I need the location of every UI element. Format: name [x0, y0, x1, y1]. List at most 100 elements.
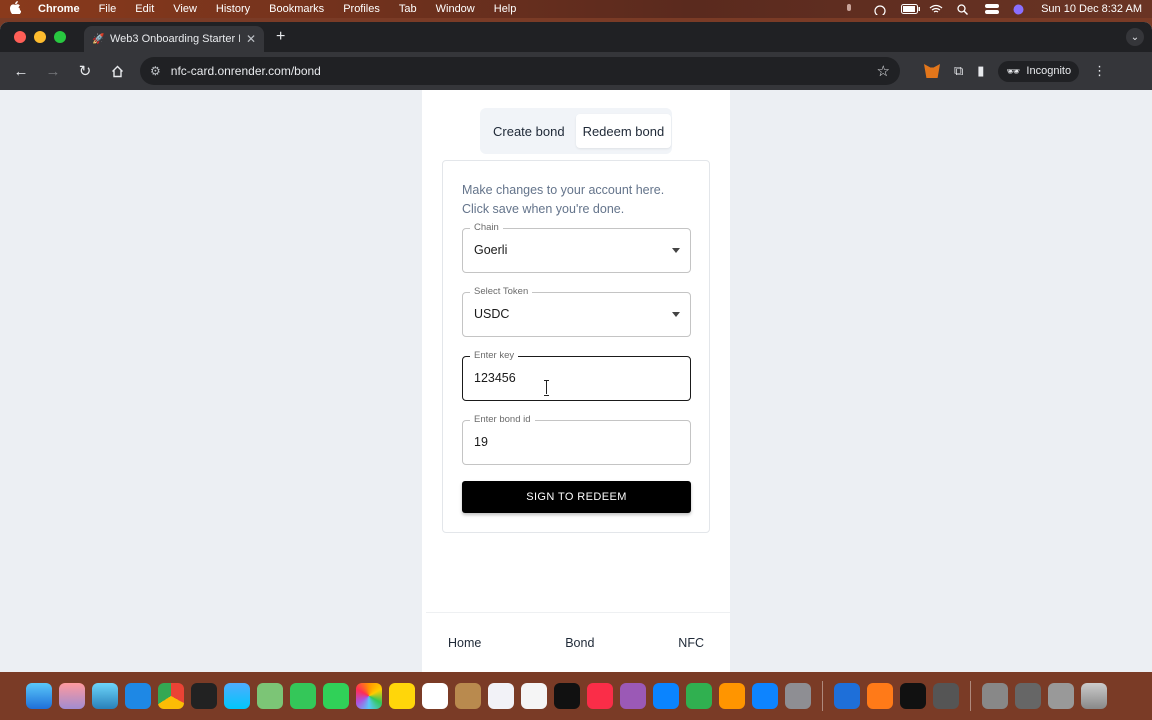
window-controls — [14, 31, 66, 43]
metamask-fox-icon[interactable] — [924, 64, 940, 78]
menu-view[interactable]: View — [173, 3, 197, 15]
bookmark-star-icon[interactable]: ☆ — [877, 62, 890, 80]
downloads-stack-icon[interactable] — [982, 683, 1008, 709]
bond-tabs: Create bond Redeem bond — [480, 108, 672, 154]
incognito-badge[interactable]: 🕶 Incognito — [998, 60, 1080, 82]
zoom-window-button[interactable] — [54, 31, 66, 43]
apple-tv-icon[interactable] — [554, 683, 580, 709]
spotlight-search-icon[interactable] — [957, 4, 971, 15]
shortcut-app-icon[interactable] — [834, 683, 860, 709]
chain-select[interactable]: Chain Goerli — [462, 222, 691, 273]
token-select[interactable]: Select Token USDC — [462, 286, 691, 337]
maps-icon[interactable] — [257, 683, 283, 709]
chrome-icon[interactable] — [158, 683, 184, 709]
photos-icon[interactable] — [356, 683, 382, 709]
bond-id-label: Enter bond id — [470, 414, 535, 426]
token-value: USDC — [474, 307, 510, 321]
key-value[interactable]: 123456 — [474, 371, 516, 385]
activity-monitor-icon[interactable] — [900, 683, 926, 709]
menu-history[interactable]: History — [216, 3, 250, 15]
menu-bookmarks[interactable]: Bookmarks — [269, 3, 324, 15]
address-bar[interactable]: ⚙ nfc-card.onrender.com/bond ☆ — [140, 57, 900, 85]
microphone-icon[interactable] — [845, 4, 859, 14]
launchpad-icon[interactable] — [59, 683, 85, 709]
battery-icon[interactable] — [901, 4, 921, 14]
tab-redeem-bond[interactable]: Redeem bond — [575, 114, 672, 148]
chain-label: Chain — [470, 222, 503, 234]
back-arrow-icon[interactable]: ← — [8, 58, 34, 84]
sign-to-redeem-button[interactable]: SIGN TO REDEEM — [462, 481, 691, 513]
close-window-button[interactable] — [14, 31, 26, 43]
control-center-icon[interactable] — [985, 4, 1000, 14]
postman-icon[interactable] — [867, 683, 893, 709]
minimize-window-button[interactable] — [34, 31, 46, 43]
keynote-icon[interactable] — [653, 683, 679, 709]
folder-stack-icon[interactable] — [1048, 683, 1074, 709]
menu-window[interactable]: Window — [436, 3, 475, 15]
nav-bond[interactable]: Bond — [565, 636, 594, 650]
browser-tab[interactable]: 🚀 Web3 Onboarding Starter Kit ✕ — [84, 26, 264, 52]
pages-icon[interactable] — [719, 683, 745, 709]
apple-menu-icon[interactable] — [9, 1, 24, 17]
text-cursor-icon — [544, 380, 550, 396]
system-settings-icon[interactable] — [785, 683, 811, 709]
macos-menu-bar: Chrome File Edit View History Bookmarks … — [0, 0, 1152, 18]
bond-id-value[interactable]: 19 — [474, 435, 488, 449]
menu-help[interactable]: Help — [494, 3, 517, 15]
chain-value: Goerli — [474, 243, 508, 257]
url-text[interactable]: nfc-card.onrender.com/bond — [171, 64, 867, 78]
key-input[interactable]: Enter key 123456 — [462, 350, 691, 401]
new-tab-icon[interactable]: + — [276, 28, 285, 46]
numbers-icon[interactable] — [686, 683, 712, 709]
tab-create-bond[interactable]: Create bond — [486, 114, 572, 148]
menubar-clock[interactable]: Sun 10 Dec 8:32 AM — [1041, 3, 1142, 15]
app-column: Create bond Redeem bond Make changes to … — [422, 90, 730, 672]
siri-icon[interactable] — [1013, 4, 1027, 15]
menu-app-name[interactable]: Chrome — [38, 3, 80, 15]
screenshot-icon[interactable] — [933, 683, 959, 709]
freeform-icon[interactable] — [521, 683, 547, 709]
podcasts-icon[interactable] — [620, 683, 646, 709]
calendar-icon[interactable] — [422, 683, 448, 709]
extensions-puzzle-icon[interactable]: ⧉ — [954, 63, 963, 79]
rocket-icon: 🚀 — [92, 33, 105, 45]
vscode-icon[interactable] — [125, 683, 151, 709]
tab-search-chevron-icon[interactable]: ⌄ — [1126, 28, 1144, 46]
screen-share-icon[interactable] — [873, 4, 887, 17]
site-settings-icon[interactable]: ⚙ — [150, 64, 161, 78]
reload-icon[interactable]: ↻ — [72, 58, 98, 84]
music-icon[interactable] — [587, 683, 613, 709]
nav-home[interactable]: Home — [448, 636, 481, 650]
menu-edit[interactable]: Edit — [135, 3, 154, 15]
tab-strip: 🚀 Web3 Onboarding Starter Kit ✕ + ⌄ — [0, 22, 1152, 52]
contacts-icon[interactable] — [455, 683, 481, 709]
home-icon[interactable] — [104, 58, 130, 84]
side-panel-icon[interactable]: ▮ — [977, 63, 984, 79]
documents-stack-icon[interactable] — [1015, 683, 1041, 709]
trash-icon[interactable] — [1081, 683, 1107, 709]
messages-icon[interactable] — [323, 683, 349, 709]
app-store-icon[interactable] — [752, 683, 778, 709]
dock-separator — [822, 681, 823, 711]
browser-toolbar: ← → ↻ ⚙ nfc-card.onrender.com/bond ☆ ⧉ ▮… — [0, 52, 1152, 90]
tab-title: Web3 Onboarding Starter Kit — [110, 33, 240, 45]
mail-icon[interactable] — [224, 683, 250, 709]
dropdown-caret-icon — [672, 312, 680, 317]
reminders-icon[interactable] — [488, 683, 514, 709]
safari-icon[interactable] — [92, 683, 118, 709]
notes-icon[interactable] — [389, 683, 415, 709]
facetime-icon[interactable] — [290, 683, 316, 709]
menu-tab[interactable]: Tab — [399, 3, 417, 15]
nav-nfc[interactable]: NFC — [678, 636, 704, 650]
menu-profiles[interactable]: Profiles — [343, 3, 380, 15]
wifi-icon[interactable] — [929, 4, 943, 14]
toolbar-extensions: ⧉ ▮ 🕶 Incognito ⋮ — [924, 60, 1106, 82]
kebab-menu-icon[interactable]: ⋮ — [1093, 63, 1106, 79]
close-tab-icon[interactable]: ✕ — [246, 32, 256, 46]
card-description: Make changes to your account here. Click… — [462, 183, 665, 216]
bond-id-input[interactable]: Enter bond id 19 — [462, 414, 691, 465]
finder-icon[interactable] — [26, 683, 52, 709]
menu-file[interactable]: File — [99, 3, 117, 15]
terminal-icon[interactable] — [191, 683, 217, 709]
forward-arrow-icon[interactable]: → — [40, 58, 66, 84]
